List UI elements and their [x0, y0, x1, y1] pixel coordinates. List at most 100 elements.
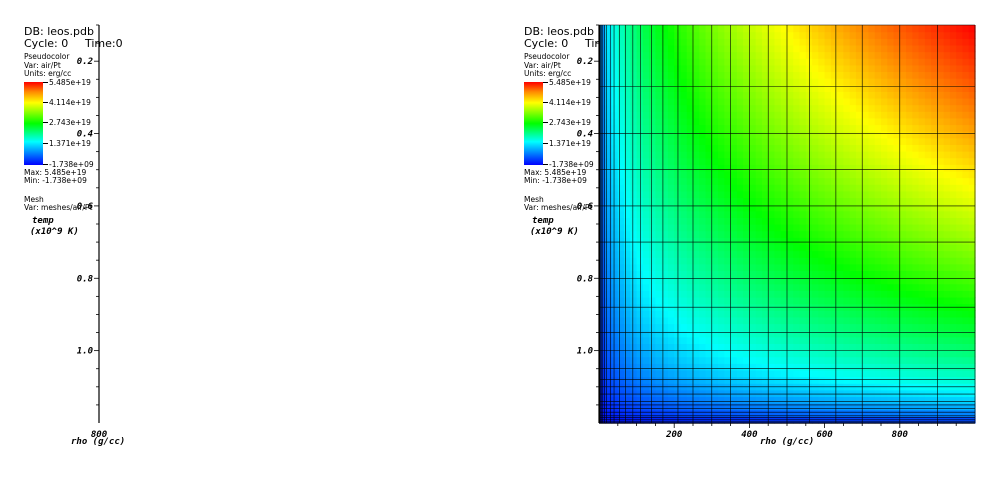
heatmap-cell [893, 38, 901, 46]
heatmap-cell [630, 356, 638, 364]
heatmap-cell [718, 117, 725, 126]
heatmap-cell [830, 316, 838, 325]
heatmap-cell [667, 290, 675, 298]
heatmap-cell [881, 38, 888, 46]
heatmap-cell [799, 31, 807, 39]
heatmap-cell [843, 356, 851, 364]
heatmap-cell [649, 51, 656, 59]
heatmap-cell [924, 38, 932, 46]
heatmap-cell [736, 310, 744, 318]
heatmap-cell [924, 389, 932, 398]
heatmap-cell [862, 310, 870, 318]
heatmap-cell [630, 71, 638, 79]
heatmap-cell [956, 190, 964, 199]
heatmap-cell [956, 25, 964, 33]
heatmap-cell [680, 137, 688, 145]
heatmap-cell [812, 403, 819, 411]
heatmap-cell [718, 204, 725, 212]
heatmap-cell [805, 389, 813, 398]
heatmap-cell [761, 217, 769, 225]
heatmap-cell [761, 204, 769, 212]
heatmap-cell [711, 137, 719, 145]
heatmap-cell [843, 389, 851, 398]
heatmap-cell [793, 310, 801, 318]
heatmap-cell [642, 217, 650, 225]
heatmap-cell [805, 177, 813, 185]
heatmap-cell [830, 270, 838, 278]
heatmap-cell [693, 38, 700, 46]
heatmap-cell [755, 210, 763, 218]
heatmap-cell [881, 111, 888, 119]
heatmap-cell [968, 290, 976, 298]
heatmap-cell [711, 310, 719, 318]
heatmap-cell [761, 164, 769, 172]
heatmap-cell [812, 157, 819, 165]
heatmap-cell [862, 363, 870, 371]
heatmap-cell [630, 131, 638, 139]
heatmap-cell [611, 137, 619, 145]
heatmap-cell [761, 323, 769, 331]
heatmap-cell [793, 323, 801, 331]
heatmap-cell [931, 204, 938, 212]
heatmap-cell [711, 350, 719, 358]
heatmap-cell [730, 38, 738, 46]
heatmap-cell [931, 78, 938, 86]
heatmap-cell [893, 336, 901, 344]
heatmap-cell [611, 356, 619, 364]
heatmap-cell [881, 310, 888, 318]
heatmap-cell [649, 197, 656, 205]
heatmap-cell [899, 190, 907, 199]
heatmap-cell [912, 25, 920, 33]
heatmap-cell [630, 283, 638, 291]
heatmap-cell [837, 111, 844, 119]
heatmap-cell [874, 350, 882, 358]
heatmap-cell [780, 144, 788, 152]
heatmap-cell [768, 403, 776, 411]
heatmap-cell [912, 111, 920, 119]
heatmap-cell [824, 25, 832, 33]
heatmap-cell [837, 25, 844, 33]
heatmap-cell [830, 91, 838, 99]
heatmap-cell [617, 97, 625, 106]
heatmap-cell [843, 117, 851, 126]
heatmap-cell [743, 170, 750, 179]
heatmap-cell [761, 237, 769, 245]
heatmap-cell [768, 51, 776, 59]
heatmap-cell [824, 177, 832, 185]
heatmap-cell [918, 111, 926, 119]
heatmap-cell [617, 117, 625, 126]
heatmap-cell [787, 164, 794, 172]
heatmap-cell [768, 290, 776, 298]
heatmap-cell [799, 137, 807, 145]
heatmap-cell [749, 230, 757, 238]
heatmap-cell [755, 78, 763, 86]
heatmap-cell [793, 224, 801, 232]
heatmap-cell [749, 71, 757, 79]
heatmap-cell [962, 389, 970, 398]
heatmap-cell [774, 157, 782, 165]
heatmap-cell [693, 97, 700, 106]
heatmap-cell [630, 190, 638, 199]
heatmap-cell [881, 97, 888, 106]
heatmap-cell [768, 144, 776, 152]
heatmap-cell [667, 84, 675, 92]
heatmap-cell [899, 91, 907, 99]
heatmap-cell [918, 51, 926, 59]
heatmap-cell [787, 350, 794, 358]
heatmap-cell [843, 343, 851, 351]
heatmap-cell [818, 257, 826, 265]
heatmap-cell [768, 343, 776, 351]
heatmap-cell [655, 350, 663, 358]
heatmap-cell [887, 343, 895, 351]
heatmap-cell [705, 270, 713, 278]
heatmap-cell [968, 330, 976, 338]
heatmap-cell [787, 151, 794, 159]
heatmap-cell [906, 97, 913, 106]
heatmap-cell [674, 184, 682, 192]
heatmap-cell [893, 217, 901, 225]
heatmap-cell [881, 237, 888, 245]
heatmap-cell [774, 336, 782, 344]
heatmap-cell [893, 356, 901, 364]
heatmap-cell [868, 58, 876, 66]
heatmap-cell [617, 157, 625, 165]
